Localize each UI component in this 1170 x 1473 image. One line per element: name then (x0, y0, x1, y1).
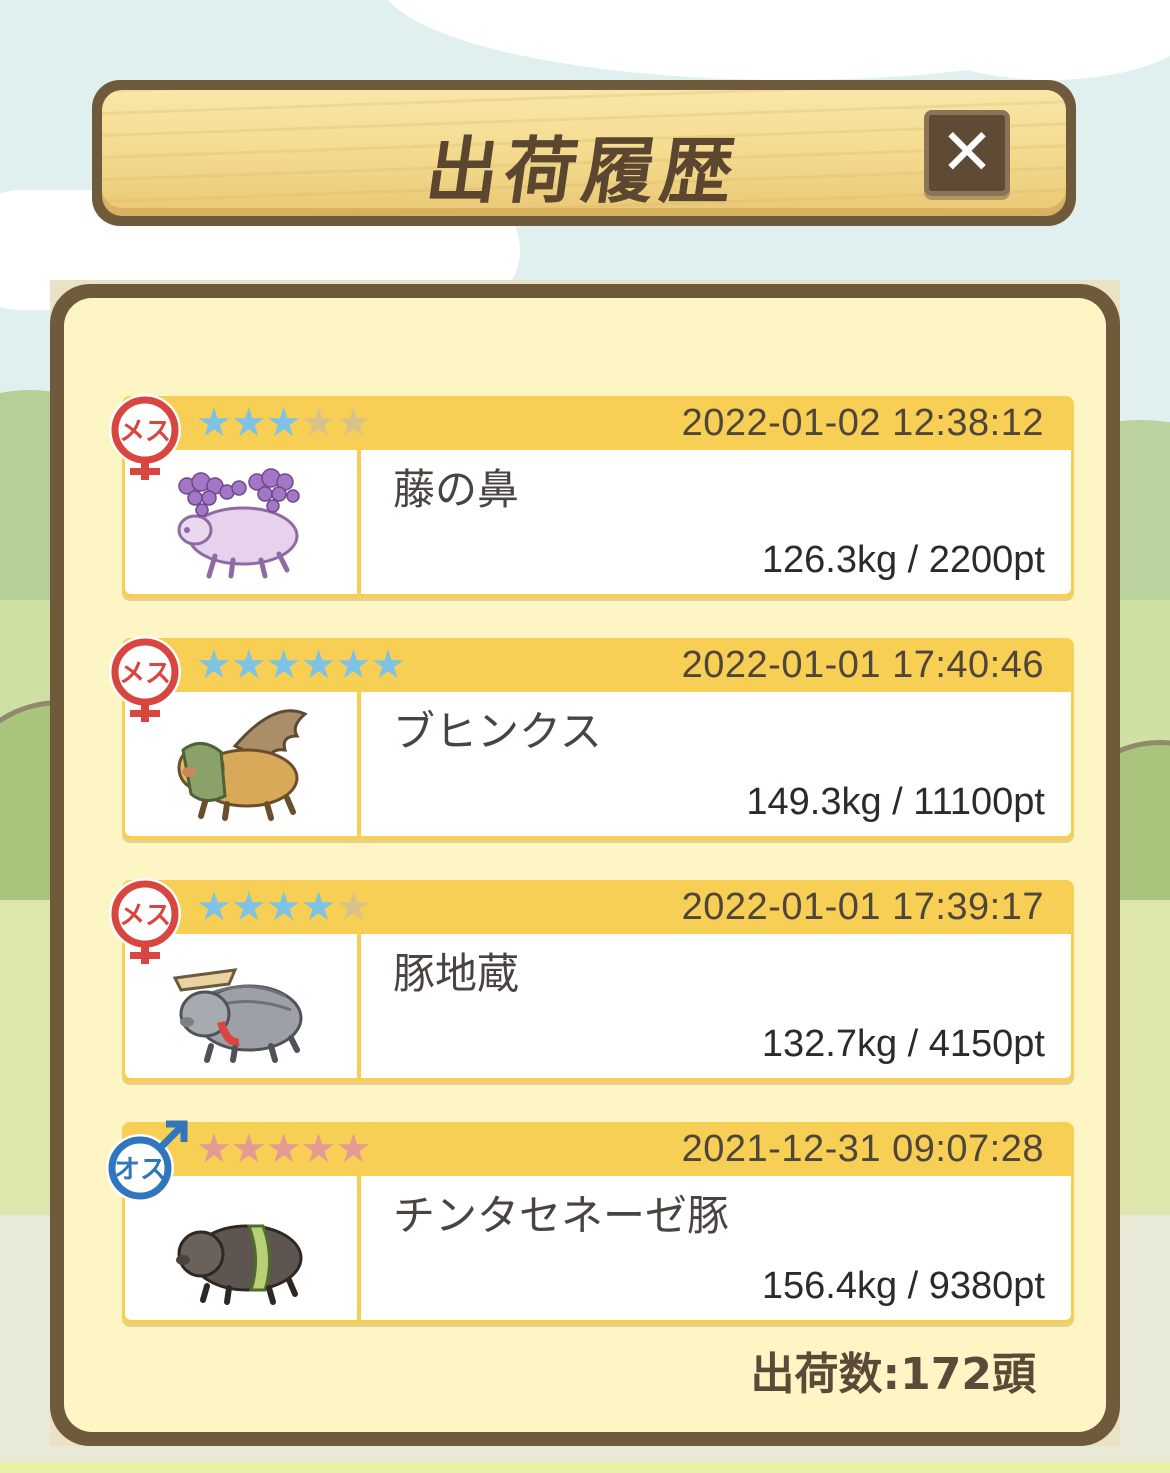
close-button[interactable]: ✕ (924, 110, 1010, 196)
rarity-stars: ★★★★★ (196, 1126, 371, 1172)
history-row[interactable]: ★★★★★ 2022-01-02 12:38:12 藤の鼻 126.3kg / … (109, 394, 1074, 598)
female-icon: メス (109, 636, 181, 722)
shipment-timestamp: 2022-01-02 12:38:12 (681, 402, 1044, 444)
history-row[interactable]: ★★★★★★ 2022-01-01 17:40:46 ブヒンクス 149.3kg… (109, 636, 1074, 840)
weight-points: 156.4kg / 9380pt (761, 1265, 1045, 1307)
rarity-stars: ★★★★★★ (196, 642, 406, 688)
weight-points: 149.3kg / 11100pt (746, 781, 1045, 823)
history-row[interactable]: ★★★★★ 2021-12-31 09:07:28 チンタセネーゼ豚 156.4… (106, 1120, 1074, 1324)
weight-points: 126.3kg / 2200pt (761, 539, 1045, 581)
rarity-stars: ★★★★★ (196, 884, 371, 930)
male-icon: オス (106, 1120, 188, 1202)
female-icon: メス (109, 394, 181, 480)
svg-text:メス: メス (119, 659, 171, 689)
female-icon: メス (109, 878, 181, 964)
history-panel: ★★★★★ 2022-01-02 12:38:12 藤の鼻 126.3kg / … (50, 284, 1120, 1446)
shipment-timestamp: 2022-01-01 17:39:17 (681, 886, 1044, 928)
history-row[interactable]: ★★★★★ 2022-01-01 17:39:17 豚地蔵 132.7kg / … (109, 878, 1074, 1082)
shipment-timestamp: 2022-01-01 17:40:46 (681, 644, 1044, 686)
shipment-total: 出荷数:172頭 (750, 1349, 1036, 1400)
pig-name: 豚地蔵 (393, 949, 520, 998)
pig-name: 藤の鼻 (393, 465, 520, 514)
rarity-stars: ★★★★★ (196, 400, 371, 446)
shipment-timestamp: 2021-12-31 09:07:28 (681, 1128, 1044, 1170)
cinta-senese-pig-icon (176, 1224, 303, 1305)
pig-name: チンタセネーゼ豚 (393, 1191, 730, 1240)
pig-name: ブヒンクス (393, 707, 602, 756)
svg-text:メス: メス (119, 417, 171, 447)
svg-text:オス: オス (114, 1155, 166, 1185)
close-icon: ✕ (940, 116, 994, 190)
title-plank: 出荷履歴 ✕ (92, 80, 1076, 226)
svg-text:メス: メス (119, 901, 171, 931)
weight-points: 132.7kg / 4150pt (761, 1023, 1045, 1065)
